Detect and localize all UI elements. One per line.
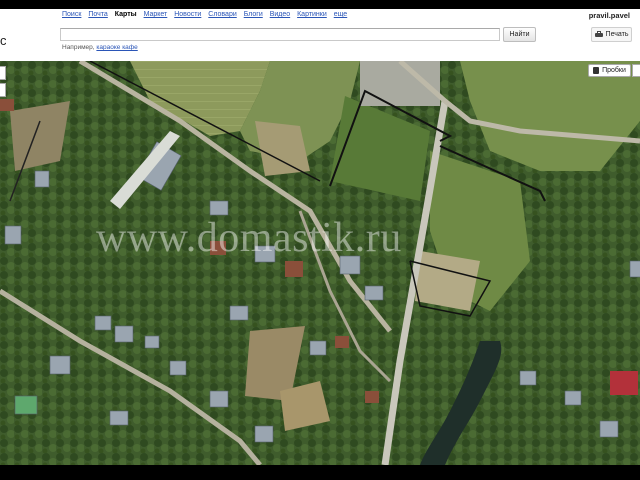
find-button[interactable]: Найти bbox=[503, 27, 536, 42]
traffic-label: Пробки bbox=[602, 67, 626, 74]
map-layers-button[interactable] bbox=[632, 64, 640, 77]
header-bar: с Поиск Почта Карты Маркет Новости Слова… bbox=[0, 9, 640, 61]
print-button[interactable]: Печать bbox=[591, 27, 632, 42]
user-name[interactable]: pravil.pavel bbox=[589, 11, 630, 20]
nav-maps[interactable]: Карты bbox=[115, 11, 137, 18]
nav-news[interactable]: Новости bbox=[174, 11, 201, 18]
satellite-map[interactable]: www.domastik.ru Пробки bbox=[0, 61, 640, 465]
map-control-left-top[interactable] bbox=[0, 66, 6, 80]
search-example: Например, караоке кафе bbox=[62, 44, 138, 51]
traffic-light-icon bbox=[593, 67, 600, 74]
print-label: Печать bbox=[605, 31, 629, 38]
nav-search[interactable]: Поиск bbox=[62, 11, 81, 18]
nav-market[interactable]: Маркет bbox=[144, 11, 168, 18]
watermark: www.domastik.ru bbox=[96, 215, 402, 261]
nav-more[interactable]: еще bbox=[334, 11, 347, 18]
example-link[interactable]: караоке кафе bbox=[96, 44, 137, 51]
logo[interactable]: с bbox=[0, 33, 6, 48]
printer-icon bbox=[594, 31, 603, 38]
traffic-button[interactable]: Пробки bbox=[588, 64, 631, 77]
services-nav: Поиск Почта Карты Маркет Новости Словари… bbox=[62, 11, 352, 18]
nav-video[interactable]: Видео bbox=[270, 11, 290, 18]
nav-images[interactable]: Картинки bbox=[297, 11, 327, 18]
example-prefix: Например, bbox=[62, 44, 95, 51]
nav-mail[interactable]: Почта bbox=[88, 11, 107, 18]
satellite-imagery bbox=[0, 61, 640, 465]
nav-blogs[interactable]: Блоги bbox=[244, 11, 263, 18]
search-input[interactable] bbox=[60, 28, 500, 41]
map-control-left-bottom[interactable] bbox=[0, 83, 6, 97]
nav-dictionaries[interactable]: Словари bbox=[208, 11, 236, 18]
